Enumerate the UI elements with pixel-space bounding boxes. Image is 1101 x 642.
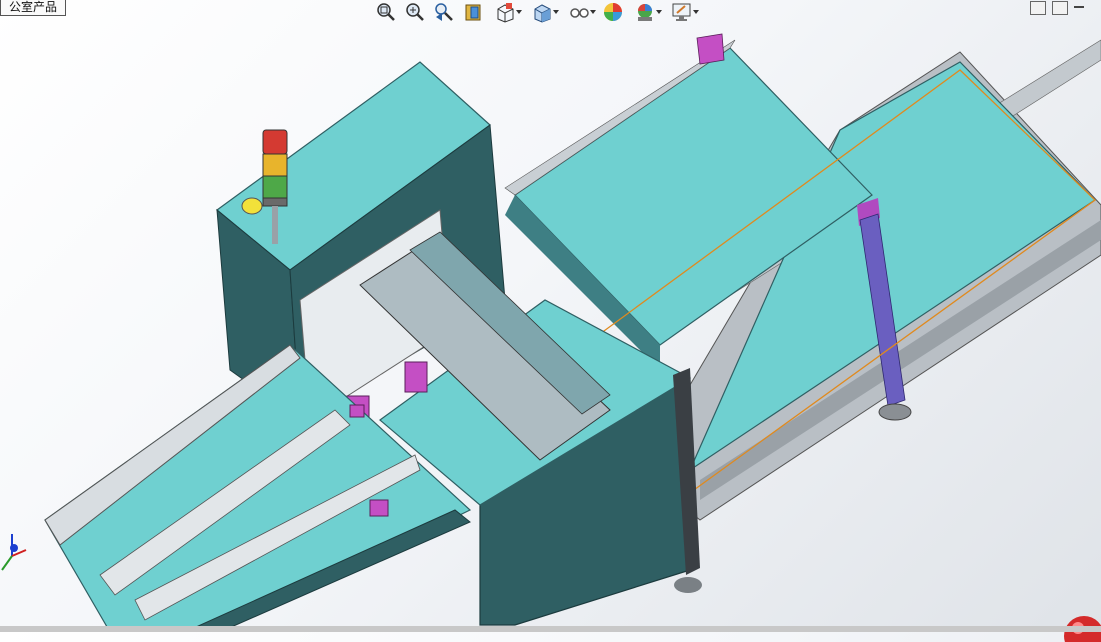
cabinet-foot — [674, 577, 702, 593]
cad-model-view[interactable] — [0, 0, 1101, 632]
signal-tower-pole — [272, 206, 278, 244]
graphics-area[interactable]: 公室产品 — [0, 0, 1101, 642]
signal-light-green — [262, 175, 288, 199]
signal-light-red — [262, 129, 288, 155]
magenta-block-2 — [404, 361, 428, 393]
signal-light-yellow — [262, 153, 288, 177]
infeed-clip-2 — [349, 404, 365, 418]
leveling-foot — [878, 403, 912, 421]
status-bar — [0, 626, 1101, 632]
coordinate-triad-icon — [1, 534, 27, 571]
signal-tower-base — [262, 197, 288, 207]
top-bracket — [696, 33, 725, 65]
infeed-clip-1 — [369, 499, 389, 517]
emergency-stop-button — [241, 197, 263, 215]
